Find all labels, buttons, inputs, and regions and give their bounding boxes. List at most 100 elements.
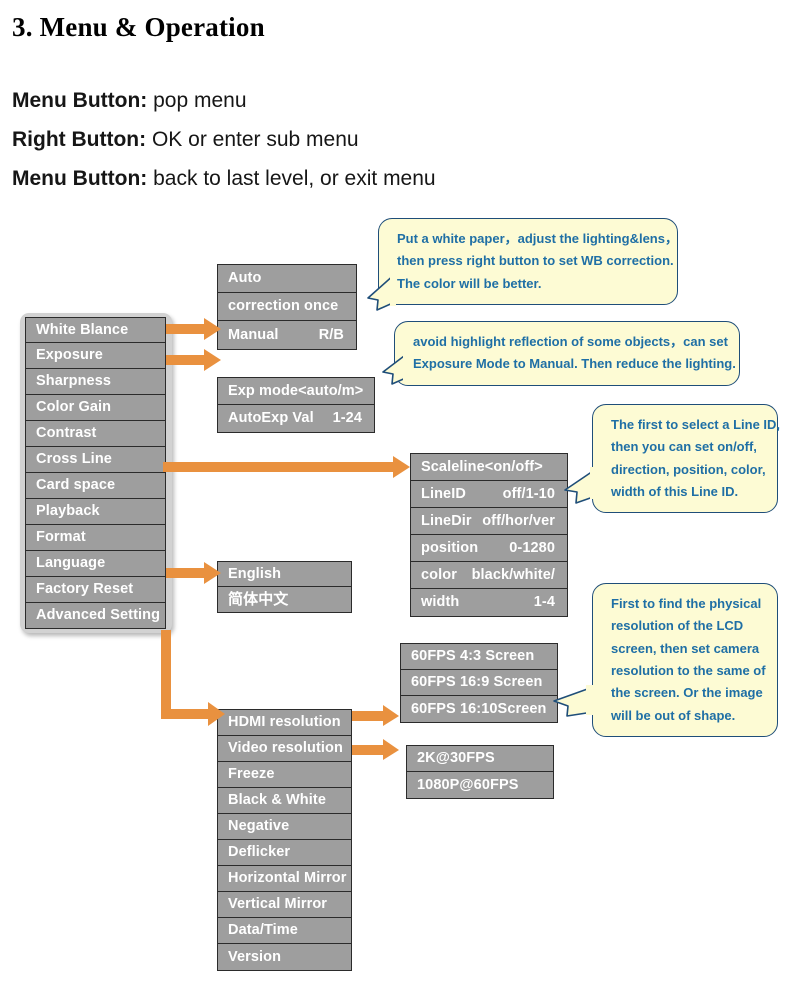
intro-label-2: Menu Button:: [12, 167, 148, 190]
crossline-item-linedir[interactable]: LineDir off/hor/ver: [411, 508, 567, 535]
menu-item-white-blance[interactable]: White Blance: [25, 317, 166, 343]
exposure-item-exp-mode[interactable]: Exp mode<auto/m>: [218, 378, 374, 405]
menu-item-sharpness[interactable]: Sharpness: [25, 369, 166, 395]
intro-text-1: OK or enter sub menu: [146, 128, 359, 151]
arrow-advanced-setting: [161, 630, 225, 726]
video-item-label: 2K@30FPS: [417, 750, 495, 767]
crossline-item-width[interactable]: width 1-4: [411, 589, 567, 616]
adv-item-label: Horizontal Mirror: [228, 870, 347, 887]
menu-item-advanced-setting[interactable]: Advanced Setting: [25, 603, 166, 629]
video-item-label: 1080P@60FPS: [417, 776, 519, 793]
arrow-hdmi-resolution: [352, 705, 399, 726]
wb-item-label: correction once: [228, 298, 339, 315]
exposure-item-label: Exp mode<auto/m>: [228, 382, 364, 399]
adv-item-label: Black & White: [228, 792, 326, 809]
callout-resolution: First to find the physical resolution of…: [592, 583, 778, 738]
language-submenu: English 简体中文: [217, 561, 352, 613]
exposure-item-value: 1-24: [332, 410, 362, 427]
menu-item-cross-line[interactable]: Cross Line: [25, 447, 166, 473]
intro-label-0: Menu Button:: [12, 89, 148, 112]
menu-item-label: Card space: [36, 477, 116, 494]
adv-item-label: Negative: [228, 818, 290, 835]
crossline-item-label: LineDir: [421, 512, 472, 529]
crossline-item-value: off/hor/ver: [482, 512, 555, 529]
exposure-item-label: AutoExp Val: [228, 410, 314, 427]
callout-line: The color will be better.: [397, 275, 542, 291]
adv-item-negative[interactable]: Negative: [218, 814, 351, 840]
arrow-white-balance: [166, 318, 221, 340]
callout-line: resolution of the LCD: [611, 618, 744, 634]
menu-item-card-space[interactable]: Card space: [25, 473, 166, 499]
callout-line: the screen. Or the image: [611, 685, 763, 701]
menu-item-color-gain[interactable]: Color Gain: [25, 395, 166, 421]
adv-item-freeze[interactable]: Freeze: [218, 762, 351, 788]
hdmi-item-label: 60FPS 4:3 Screen: [411, 648, 535, 665]
callout-line: First to find the physical: [611, 596, 762, 611]
adv-item-video-resolution[interactable]: Video resolution: [218, 736, 351, 762]
adv-item-label: Video resolution: [228, 740, 343, 757]
adv-item-version[interactable]: Version: [218, 944, 351, 970]
video-resolution-submenu: 2K@30FPS 1080P@60FPS: [406, 745, 554, 799]
main-menu-panel: White Blance Exposure Sharpness Color Ga…: [20, 313, 172, 633]
exposure-submenu: Exp mode<auto/m> AutoExp Val 1-24: [217, 377, 375, 433]
adv-item-hdmi-resolution[interactable]: HDMI resolution: [218, 710, 351, 736]
wb-item-auto[interactable]: Auto: [218, 265, 356, 293]
menu-item-factory-reset[interactable]: Factory Reset: [25, 577, 166, 603]
adv-item-data-time[interactable]: Data/Time: [218, 918, 351, 944]
adv-item-deflicker[interactable]: Deflicker: [218, 840, 351, 866]
video-item-2k30[interactable]: 2K@30FPS: [407, 746, 553, 772]
wb-item-label: Auto: [228, 270, 262, 287]
menu-item-exposure[interactable]: Exposure: [25, 343, 166, 369]
callout-line: will be out of shape.: [611, 707, 736, 723]
adv-item-label: Deflicker: [228, 844, 291, 861]
crossline-item-position[interactable]: position 0-1280: [411, 535, 567, 562]
menu-item-label: Language: [36, 555, 106, 572]
menu-item-label: Sharpness: [36, 373, 112, 390]
wb-item-value: R/B: [318, 326, 344, 343]
menu-item-language[interactable]: Language: [25, 551, 166, 577]
crossline-item-value: black/white/: [471, 566, 555, 583]
adv-item-label: Freeze: [228, 766, 275, 783]
adv-item-vertical-mirror[interactable]: Vertical Mirror: [218, 892, 351, 918]
hdmi-item-4-3[interactable]: 60FPS 4:3 Screen: [401, 644, 557, 670]
page-title: 3. Menu & Operation: [12, 12, 265, 42]
crossline-item-scaleline[interactable]: Scaleline<on/off>: [411, 454, 567, 481]
menu-item-label: Factory Reset: [36, 581, 134, 598]
adv-item-black-and-white[interactable]: Black & White: [218, 788, 351, 814]
language-item-english[interactable]: English: [218, 562, 351, 587]
wb-item-manual[interactable]: Manual R/B: [218, 321, 356, 349]
language-item-simplified-chinese[interactable]: 简体中文: [218, 587, 351, 612]
menu-item-format[interactable]: Format: [25, 525, 166, 551]
language-item-label: 简体中文: [228, 590, 289, 608]
crossline-item-lineid[interactable]: LineID off/1-10: [411, 481, 567, 508]
adv-item-horizontal-mirror[interactable]: Horizontal Mirror: [218, 866, 351, 892]
adv-item-label: Version: [228, 948, 282, 965]
callout-line: The first to select a Line ID,: [611, 417, 781, 432]
hdmi-item-label: 60FPS 16:9 Screen: [411, 674, 543, 691]
menu-item-contrast[interactable]: Contrast: [25, 421, 166, 447]
callout-line: resolution to the same of: [611, 663, 766, 679]
menu-item-playback[interactable]: Playback: [25, 499, 166, 525]
hdmi-item-16-10[interactable]: 60FPS 16:10Screen: [401, 696, 557, 722]
callout-line: Put a white paper，adjust the lighting&le…: [397, 231, 678, 246]
menu-item-label: Format: [36, 529, 86, 546]
menu-item-label: Advanced Setting: [36, 607, 161, 624]
arrow-cross-line: [163, 456, 410, 478]
intro-text-2: back to last level, or exit menu: [147, 167, 436, 190]
intro-line-menu-button-back: Menu Button: back to last level, or exit…: [12, 167, 436, 191]
adv-item-label: Vertical Mirror: [228, 896, 328, 913]
adv-item-label: HDMI resolution: [228, 714, 341, 731]
arrow-video-resolution: [352, 739, 399, 760]
intro-text-0: pop menu: [147, 89, 247, 112]
callout-line: screen, then set camera: [611, 640, 760, 656]
crossline-item-label: color: [421, 566, 457, 583]
wb-item-correction-once[interactable]: correction once: [218, 293, 356, 321]
crossline-item-color[interactable]: color black/white/: [411, 562, 567, 589]
hdmi-item-16-9[interactable]: 60FPS 16:9 Screen: [401, 670, 557, 696]
callout-line: avoid highlight reflection of some objec…: [413, 334, 728, 349]
menu-item-label: White Blance: [36, 321, 129, 338]
menu-item-label: Contrast: [36, 425, 97, 442]
intro-label-1: Right Button:: [12, 128, 147, 151]
video-item-1080p60[interactable]: 1080P@60FPS: [407, 772, 553, 798]
exposure-item-autoexp-val[interactable]: AutoExp Val 1-24: [218, 405, 374, 432]
